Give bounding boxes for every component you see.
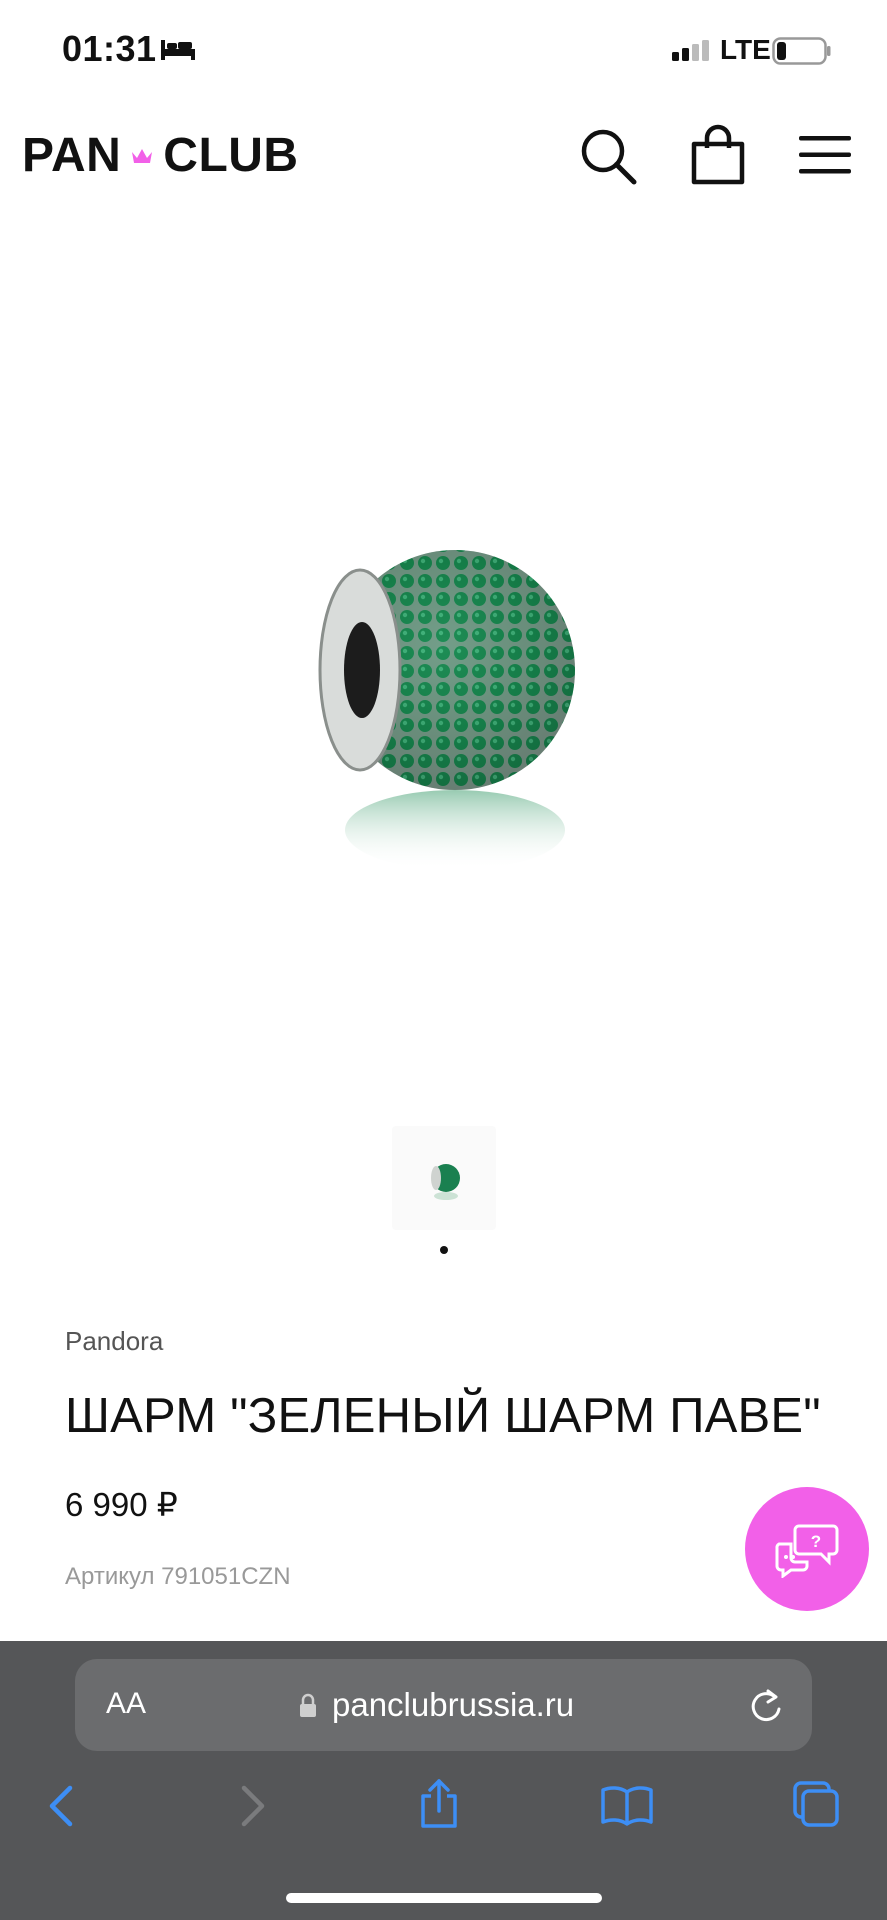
- product-sku: Артикул 791051CZN: [65, 1563, 291, 1590]
- product-title: ШАРМ "ЗЕЛЕНЫЙ ШАРМ ПАВЕ": [65, 1389, 821, 1443]
- svg-text:?: ?: [811, 1532, 821, 1551]
- gallery-thumbnail[interactable]: [392, 1126, 496, 1230]
- share-icon[interactable]: [418, 1778, 460, 1830]
- search-icon[interactable]: [578, 126, 638, 186]
- logo-text-right: CLUB: [163, 129, 299, 182]
- lock-icon: [300, 1693, 316, 1717]
- site-logo[interactable]: PAN CLUB: [22, 128, 299, 183]
- chat-help-icon: ?: [775, 1524, 839, 1578]
- text-size-button[interactable]: AA: [106, 1687, 146, 1721]
- gallery-page-dot[interactable]: [440, 1246, 448, 1254]
- product-price: 6 990 ₽: [65, 1486, 178, 1523]
- back-icon[interactable]: [46, 1784, 76, 1828]
- product-brand[interactable]: Pandora: [65, 1326, 163, 1357]
- reload-icon[interactable]: [748, 1688, 784, 1726]
- thumbnail-image: [431, 1164, 460, 1200]
- forward-icon[interactable]: [238, 1784, 268, 1828]
- url-text[interactable]: panclubrussia.ru: [332, 1686, 574, 1724]
- chat-help-button[interactable]: ?: [745, 1487, 869, 1611]
- product-image[interactable]: [290, 500, 590, 890]
- tabs-icon[interactable]: [792, 1780, 840, 1828]
- aa-label: AA: [106, 1687, 147, 1720]
- battery-icon: [772, 37, 831, 65]
- signal-icon: [672, 40, 709, 61]
- bed-icon: [161, 40, 195, 60]
- network-label: LTE: [720, 34, 771, 65]
- status-time: 01:31: [62, 28, 157, 69]
- logo-text-left: PAN: [22, 129, 122, 182]
- crown-icon: [132, 148, 153, 163]
- bag-icon[interactable]: [690, 124, 746, 186]
- bookmarks-icon[interactable]: [600, 1784, 654, 1826]
- menu-icon[interactable]: [798, 134, 852, 176]
- home-indicator[interactable]: [286, 1893, 602, 1903]
